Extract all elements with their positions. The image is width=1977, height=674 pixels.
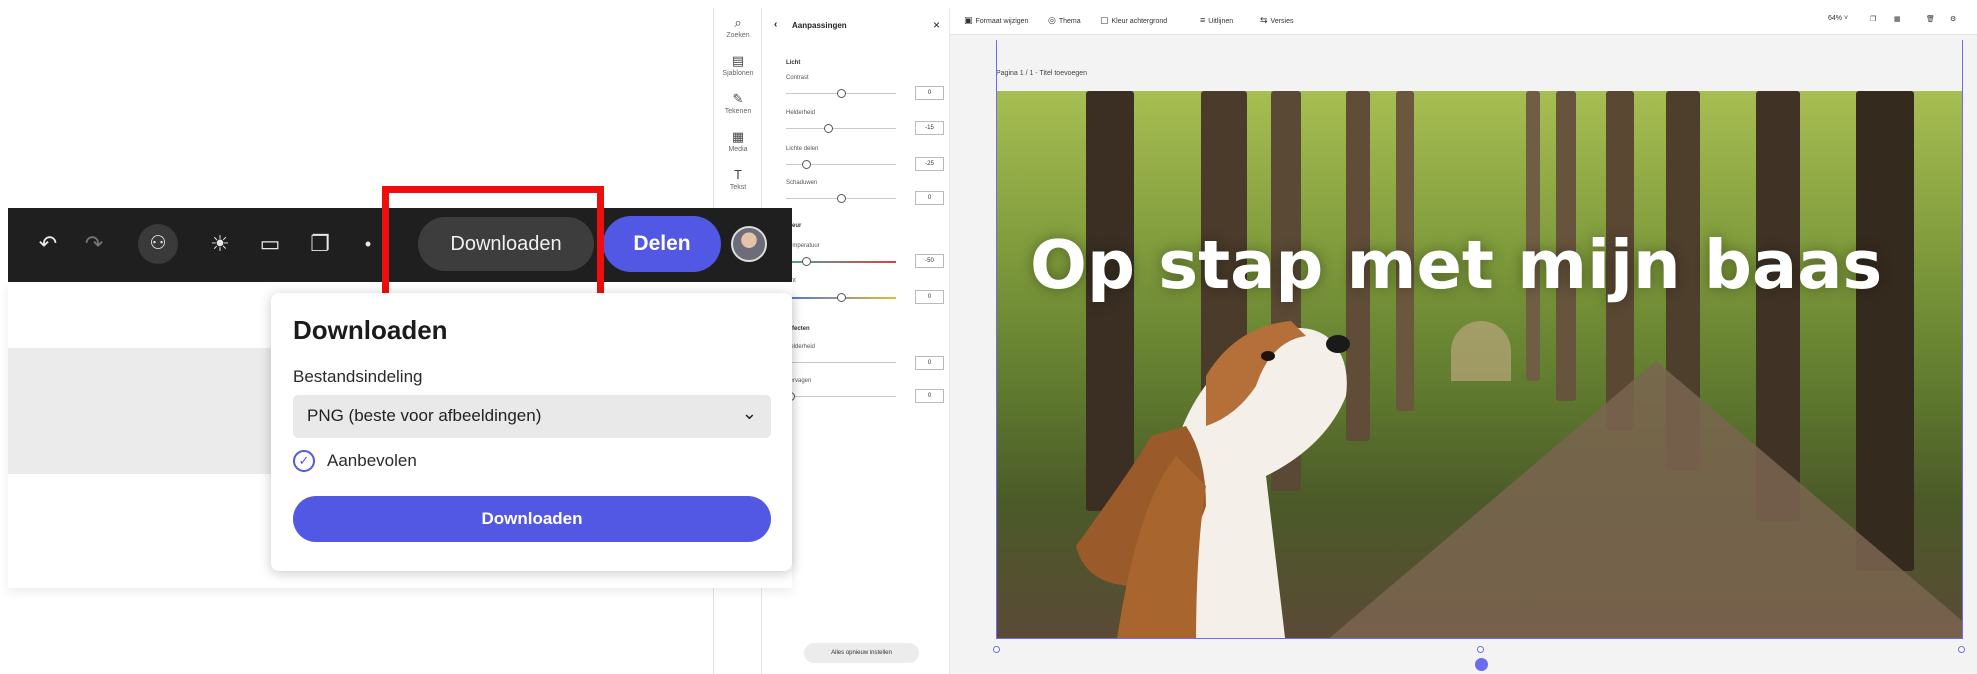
highlight-box [382, 186, 604, 300]
format-value: PNG (beste voor afbeeldingen) [307, 406, 542, 425]
highlights-label: Lichte delen [786, 146, 819, 152]
brightness-value[interactable]: -15 [915, 121, 944, 135]
recommended-label: Aanbevolen [327, 451, 417, 470]
rail-label: Tekenen [724, 108, 752, 115]
rail-item-media[interactable]: ▦ Media [714, 128, 762, 166]
invite-user-icon[interactable]: ⚇ [138, 224, 178, 264]
clarity-slider[interactable] [786, 362, 896, 363]
panel-header: ‹ Aanpassingen × [774, 16, 944, 36]
highlights-knob[interactable] [802, 160, 811, 169]
rail-label: Tekst [729, 184, 747, 191]
contrast-label: Contrast [786, 75, 809, 81]
tint-value[interactable]: 0 [915, 290, 944, 304]
contrast-knob[interactable] [837, 89, 846, 98]
text-icon: T [734, 167, 742, 182]
format-select[interactable]: PNG (beste voor afbeeldingen) ⌄ [293, 395, 771, 438]
share-button[interactable]: Delen [603, 216, 721, 272]
layout-icon: ≡ [1200, 15, 1206, 25]
zoom-select[interactable]: 64% ˅ [1828, 15, 1848, 22]
blur-value[interactable]: 0 [915, 389, 944, 403]
brightness-knob[interactable] [824, 124, 833, 133]
theme-icon: ◎ [1048, 15, 1056, 25]
shadows-value[interactable]: 0 [915, 191, 944, 205]
selection-frame [1962, 40, 1963, 638]
redo-icon[interactable]: ↷ [78, 228, 110, 260]
format-label: Bestandsindeling [293, 367, 423, 386]
chevron-down-icon: ⌄ [741, 403, 757, 423]
resize-handle[interactable] [1958, 646, 1965, 653]
layout-button[interactable]: ≡ Uitlijnen [1200, 15, 1233, 25]
brightness-label: Helderheid [786, 110, 816, 116]
contrast-value[interactable]: 0 [915, 86, 944, 100]
resize-handle[interactable] [1477, 646, 1484, 653]
versions-button[interactable]: ⇆ Versies [1260, 15, 1294, 26]
background-button[interactable]: ▢ Kleur achtergrond [1100, 15, 1167, 26]
theme-label: Thema [1058, 18, 1081, 25]
brightness-slider[interactable] [786, 128, 896, 129]
resize-icon: ▣ [964, 15, 973, 25]
rail-item-templates[interactable]: ▤ Sjablonen [714, 52, 762, 90]
copy-icon[interactable]: ❐ [1870, 15, 1876, 23]
rail-label: Sjablonen [722, 70, 754, 77]
highlights-value[interactable]: -25 [915, 157, 944, 171]
selection-frame [996, 638, 1963, 639]
grid-icon[interactable]: ▦ [1894, 15, 1901, 23]
comment-icon[interactable]: ▭ [254, 228, 286, 260]
back-icon[interactable]: ‹ [774, 19, 777, 30]
close-icon[interactable]: × [933, 18, 940, 32]
selection-frame [996, 40, 997, 638]
versions-icon: ⇆ [1260, 15, 1268, 25]
lightbulb-icon[interactable]: ☀ [204, 228, 236, 260]
blur-slider[interactable] [786, 396, 896, 397]
resize-handle[interactable] [993, 646, 1000, 653]
versions-label: Versies [1270, 18, 1294, 25]
templates-icon: ▤ [731, 53, 745, 68]
design-canvas[interactable]: Op stap met mijn baas [996, 91, 1963, 638]
rail-label: Zoeken [726, 32, 750, 39]
media-icon: ▦ [731, 129, 745, 144]
resize-button[interactable]: ▣ Formaat wijzigen [964, 15, 1028, 26]
clarity-value[interactable]: 0 [915, 356, 944, 370]
background-label: Kleur achtergrond [1111, 18, 1168, 25]
more-icon[interactable]: • [352, 228, 384, 260]
rail-item-search[interactable]: ⌕ Zoeken [714, 14, 762, 52]
layout-label: Uitlijnen [1208, 18, 1234, 25]
resize-label: Formaat wijzigen [975, 18, 1029, 25]
background-icon: ▢ [1100, 15, 1109, 25]
tint-knob[interactable] [837, 293, 846, 302]
canvas-title[interactable]: Op stap met mijn baas [1030, 226, 1960, 304]
editor-toolbar: ▣ Formaat wijzigen ◎ Thema ▢ Kleur achtergr… [950, 8, 1977, 35]
settings-icon[interactable]: ⚙ [1950, 15, 1956, 23]
download-confirm-button[interactable]: Downloaden [293, 496, 771, 542]
forest-path [1326, 361, 1963, 638]
temperature-value[interactable]: -50 [915, 254, 944, 268]
download-popup: Downloaden Bestandsindeling PNG (beste v… [271, 293, 792, 571]
shadows-label: Schaduwen [786, 180, 818, 186]
section-light: Licht [786, 60, 801, 66]
undo-icon[interactable]: ↶ [32, 228, 64, 260]
draw-icon: ✎ [732, 91, 744, 106]
avatar[interactable] [731, 226, 767, 262]
rotate-handle[interactable] [1475, 658, 1488, 671]
rail-item-text[interactable]: T Tekst [714, 166, 762, 204]
trash-icon[interactable]: 🗑 [1926, 15, 1935, 23]
zoom-value: 64% [1828, 15, 1843, 22]
search-icon: ⌕ [734, 15, 742, 30]
temperature-knob[interactable] [802, 257, 811, 266]
check-circle-icon: ✓ [293, 450, 315, 472]
popup-title: Downloaden [293, 315, 448, 345]
shadows-knob[interactable] [837, 194, 846, 203]
copy-icon[interactable]: ❐ [304, 228, 336, 260]
panel-title: Aanpassingen [792, 21, 847, 30]
rail-item-draw[interactable]: ✎ Tekenen [714, 90, 762, 128]
theme-button[interactable]: ◎ Thema [1048, 15, 1081, 26]
page-label: Pagina 1 / 1 - Titel toevoegen [996, 70, 1088, 77]
beagle-image[interactable] [1056, 286, 1356, 638]
rail-label: Media [728, 146, 748, 153]
reset-all-button[interactable]: Alles opnieuw instellen [804, 643, 919, 663]
